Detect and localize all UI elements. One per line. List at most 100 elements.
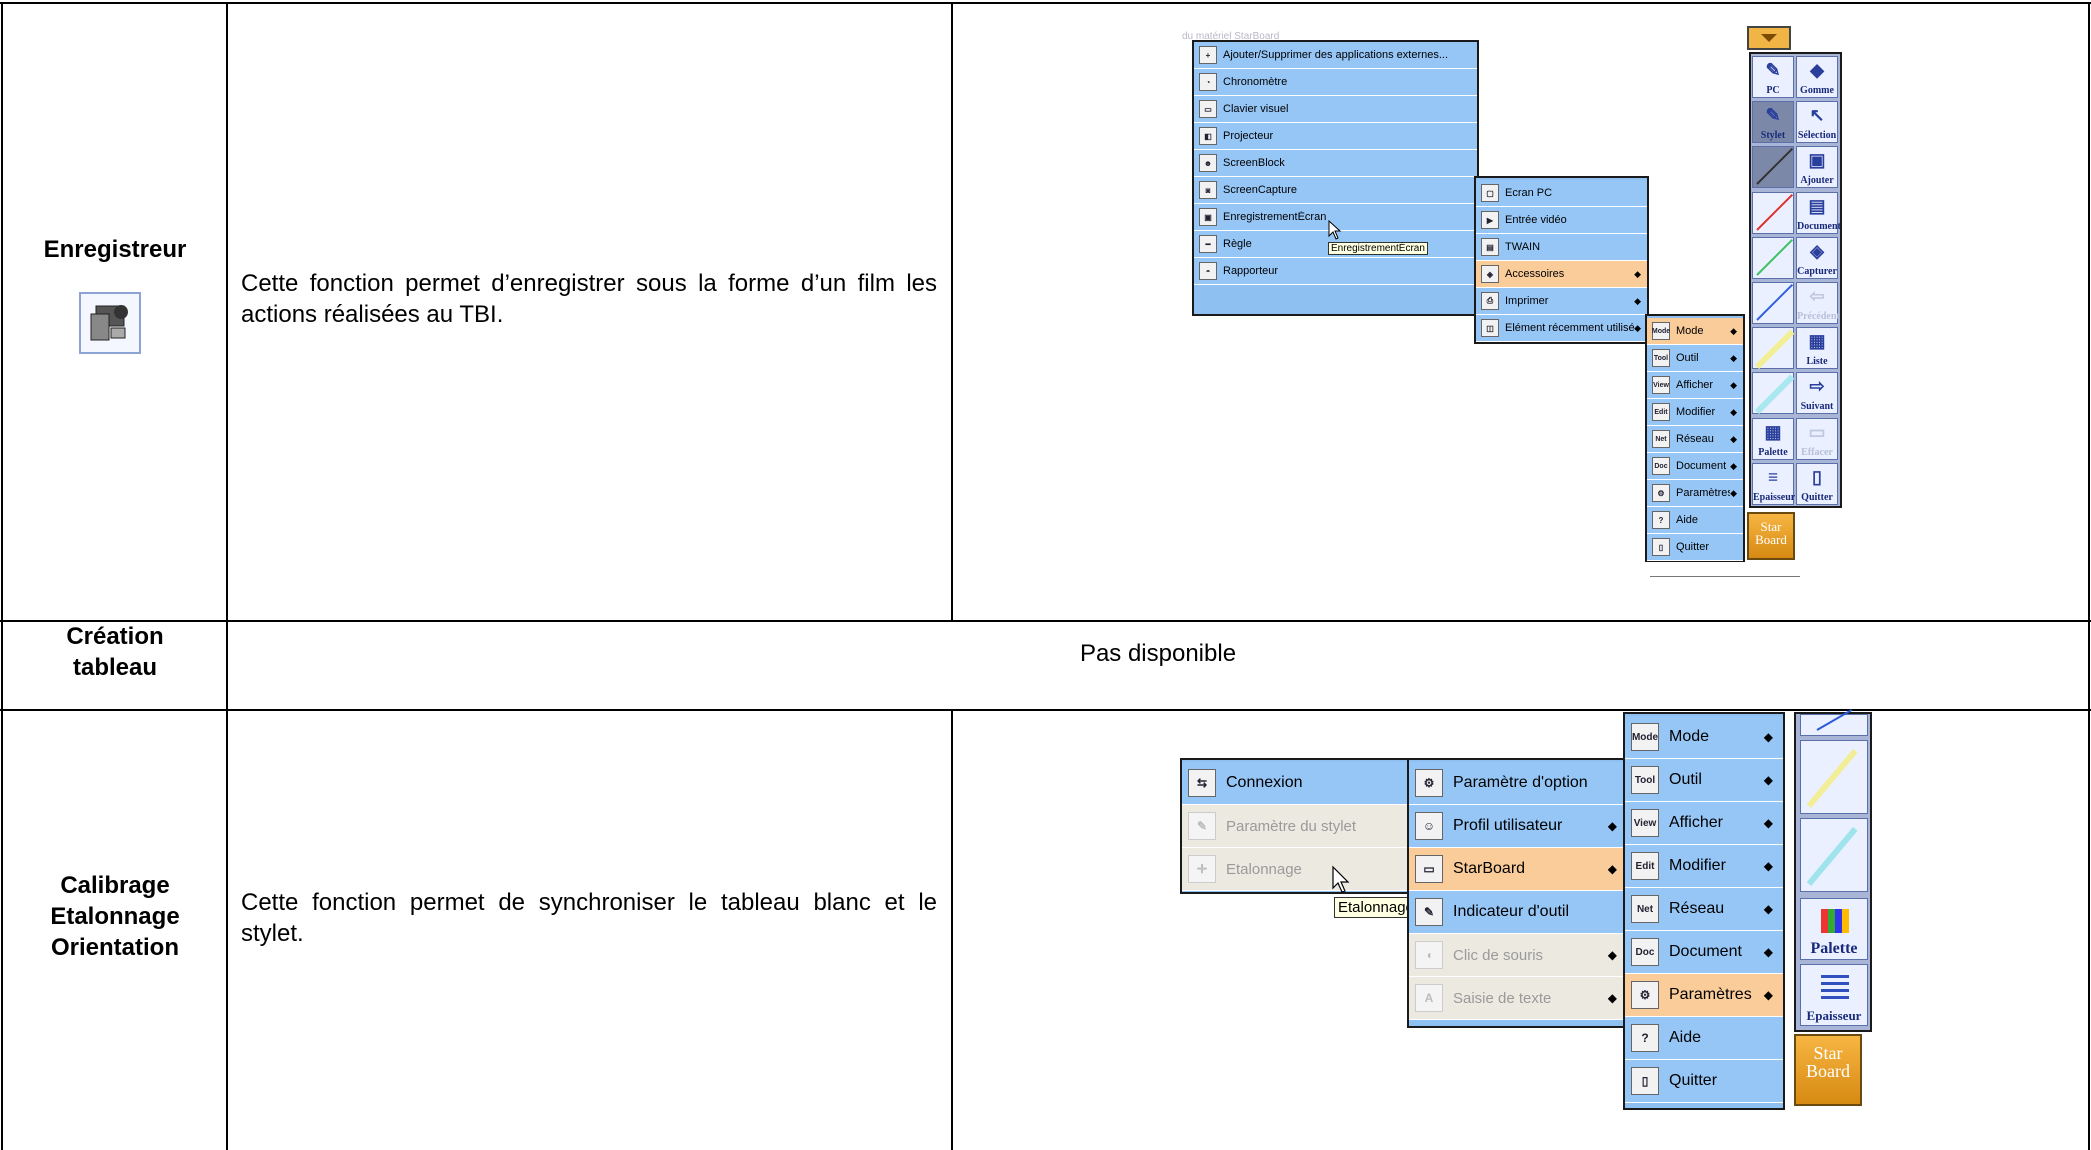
mode-icon: Mode bbox=[1631, 723, 1659, 751]
calibration-icon: ✛ bbox=[1188, 855, 1216, 883]
menu-item-clavier[interactable]: ▭ Clavier visuel bbox=[1194, 96, 1477, 123]
menu-item-document[interactable]: Doc Document ◆ bbox=[1625, 931, 1783, 974]
starboard-logo-button[interactable]: Star Board bbox=[1747, 512, 1795, 560]
menu-item-aide[interactable]: ? Aide bbox=[1625, 1017, 1783, 1060]
menu-item-reseau[interactable]: Net Réseau ◆ bbox=[1625, 888, 1783, 931]
toolbar-right-button-4[interactable]: ◈ Capturer bbox=[1796, 236, 1838, 279]
menu-item-mode[interactable]: Mode Mode ◆ bbox=[1647, 318, 1743, 345]
menu-item-projecteur[interactable]: ◧ Projecteur bbox=[1194, 123, 1477, 150]
net-icon: Net bbox=[1652, 430, 1670, 448]
palette-icon: ▦ bbox=[1764, 421, 1782, 442]
text-input-icon: A bbox=[1415, 984, 1443, 1012]
menu-item-rapporteur[interactable]: ◓ Rapporteur bbox=[1194, 258, 1477, 285]
stopwatch-icon: ◔ bbox=[1199, 73, 1217, 91]
ruler-icon: ━ bbox=[1199, 235, 1217, 253]
toolbar-right-button-3[interactable]: ▤ Document bbox=[1796, 191, 1841, 234]
toolbar-left-button-7[interactable] bbox=[1752, 372, 1795, 415]
table-border-left bbox=[1, 2, 3, 1150]
accessories-icon: ◈ bbox=[1481, 265, 1499, 283]
menu-item-afficher[interactable]: View Afficher ◆ bbox=[1625, 802, 1783, 845]
menu-item-element-recent[interactable]: ◫ Elément récemment utilisé ◆ bbox=[1476, 315, 1647, 342]
palette-button[interactable]: Palette bbox=[1800, 898, 1868, 960]
menu-item-quitter[interactable]: ▯ Quitter bbox=[1625, 1060, 1783, 1103]
pen-color-blue-button[interactable] bbox=[1800, 709, 1868, 736]
toolbar-left-button-3[interactable] bbox=[1752, 191, 1794, 234]
menu-item-mode[interactable]: Mode Mode ◆ bbox=[1625, 716, 1783, 759]
menu-item-screenblock[interactable]: ☻ ScreenBlock bbox=[1194, 150, 1477, 177]
menu-item-modifier[interactable]: Edit Modifier ◆ bbox=[1625, 845, 1783, 888]
previous-icon: ⇦ bbox=[1809, 286, 1825, 306]
menu-item-twain[interactable]: ▤ TWAIN bbox=[1476, 234, 1647, 261]
pen-indicator-icon: ✎ bbox=[1415, 898, 1443, 926]
affichage-menu: ▢ Ecran PC ▶ Entrée vidéo ▤ TWAIN ◈ Accessoi… bbox=[1474, 176, 1649, 344]
toolbar-right-button-7[interactable]: ⇨ Suivant bbox=[1796, 372, 1838, 415]
line-thickness-icon: ≡ bbox=[1767, 466, 1779, 487]
menu-item-imprimer[interactable]: ⎙ Imprimer ◆ bbox=[1476, 288, 1647, 315]
menu-item-indicateur-outil[interactable]: ✎ Indicateur d'outil bbox=[1409, 891, 1627, 934]
mouse-icon: ◖ bbox=[1415, 941, 1443, 969]
menu-item-outil[interactable]: Tool Outil ◆ bbox=[1625, 759, 1783, 802]
toolbar-left-button-8[interactable]: ▦ Palette bbox=[1752, 417, 1794, 460]
toolbar-right-button-0[interactable]: ◆ Gomme bbox=[1796, 56, 1838, 98]
menu-item-ecran-pc[interactable]: ▢ Ecran PC bbox=[1476, 180, 1647, 207]
menu-item-accessoires[interactable]: ◈ Accessoires ◆ bbox=[1476, 261, 1647, 288]
menu-item-parametres[interactable]: ⚙ Paramètres ◆ bbox=[1625, 974, 1783, 1017]
toolbar-left-button-6[interactable] bbox=[1752, 327, 1795, 370]
starboard-icon: ▭ bbox=[1415, 855, 1443, 883]
menu-item-starboard[interactable]: ▭ StarBoard ◆ bbox=[1409, 848, 1627, 891]
starboard-logo-button[interactable]: Star Board bbox=[1794, 1034, 1862, 1106]
menu-item-ajouter[interactable]: + Ajouter/Supprimer des applications exte… bbox=[1194, 42, 1477, 69]
toolbar-left-button-0[interactable]: ✎ PC bbox=[1752, 56, 1794, 98]
edit-icon: Edit bbox=[1652, 403, 1670, 421]
menu-item-outil[interactable]: Tool Outil ◆ bbox=[1647, 345, 1743, 372]
eraser-icon: ◆ bbox=[1810, 60, 1824, 80]
toolbar-left-button-5[interactable] bbox=[1752, 282, 1794, 324]
menu-item-quitter[interactable]: ▯ Quitter bbox=[1647, 534, 1743, 561]
feature-title-enregistreur: Enregistreur bbox=[43, 236, 187, 263]
net-icon: Net bbox=[1631, 895, 1659, 923]
toolbar-left-button-2[interactable] bbox=[1752, 146, 1794, 189]
menu-item-entree-video[interactable]: ▶ Entrée vidéo bbox=[1476, 207, 1647, 234]
menu-item-connexion[interactable]: ⇆ Connexion bbox=[1182, 762, 1410, 805]
menu-item-reseau[interactable]: Net Réseau ◆ bbox=[1647, 426, 1743, 453]
selection-arrow-icon: ↖ bbox=[1809, 105, 1825, 126]
menu-item-document[interactable]: Doc Document ◆ bbox=[1647, 453, 1743, 480]
menu-item-aide[interactable]: ? Aide bbox=[1647, 507, 1743, 534]
menu-item-parametre-option[interactable]: ⚙ Paramètre d'option bbox=[1409, 762, 1627, 805]
tool-icon: Tool bbox=[1652, 349, 1670, 367]
help-icon: ? bbox=[1652, 511, 1670, 529]
toolbar-right-button-8[interactable]: ▭ Effacer bbox=[1796, 417, 1838, 460]
highlighter-cyan-button[interactable] bbox=[1800, 818, 1868, 892]
highlighter-yellow-button[interactable] bbox=[1800, 740, 1868, 814]
exit-door-icon: ▯ bbox=[1812, 466, 1822, 487]
main-menu: Mode Mode ◆ Tool Outil ◆ View Afficher ◆ Edit M… bbox=[1623, 712, 1785, 1110]
pen-stroke-icon bbox=[1754, 374, 1795, 415]
toolbar-right-button-6[interactable]: ▦ Liste bbox=[1796, 327, 1838, 370]
camera-icon: ◙ bbox=[1199, 181, 1217, 199]
menu-item-parametres[interactable]: ⚙ Paramètres ◆ bbox=[1647, 480, 1743, 507]
list-icon: ▦ bbox=[1808, 331, 1826, 352]
edit-icon: Edit bbox=[1631, 852, 1659, 880]
stylus-settings-icon: ✎ bbox=[1188, 812, 1216, 840]
feature-title-calibrage: Calibrage Etalonnage Orientation bbox=[50, 872, 180, 961]
menu-item-modifier[interactable]: Edit Modifier ◆ bbox=[1647, 399, 1743, 426]
toolbar-left-button-1[interactable]: ✎ Stylet bbox=[1752, 101, 1794, 144]
mode-icon: Mode bbox=[1652, 322, 1670, 340]
toolbar-left-button-4[interactable] bbox=[1752, 236, 1794, 279]
printer-icon: ⎙ bbox=[1481, 292, 1499, 310]
epaisseur-button[interactable]: Epaisseur bbox=[1800, 964, 1868, 1026]
menu-item-profil-utilisateur[interactable]: ☺ Profil utilisateur ◆ bbox=[1409, 805, 1627, 848]
menu-item-afficher[interactable]: View Afficher ◆ bbox=[1647, 372, 1743, 399]
toolbar-right-button-2[interactable]: ▣ Ajouter bbox=[1796, 146, 1838, 189]
line-thickness-icon bbox=[1821, 975, 1849, 999]
menu-item-screencapture[interactable]: ◙ ScreenCapture bbox=[1194, 177, 1477, 204]
menu-item-chronometre[interactable]: ◔ Chronomètre bbox=[1194, 69, 1477, 96]
tool-icon: Tool bbox=[1631, 766, 1659, 794]
toolbar-right-button-5[interactable]: ⇦ Précédent bbox=[1796, 282, 1840, 324]
toolbar-right-button-1[interactable]: ↖ Sélection bbox=[1796, 101, 1838, 144]
toolbar-left-button-9[interactable]: ≡ Epaisseur bbox=[1752, 462, 1795, 505]
description-creation-tableau: Pas disponible bbox=[1079, 640, 1237, 667]
toolbar-collapse-button[interactable] bbox=[1747, 26, 1791, 50]
toolbar-right-button-9[interactable]: ▯ Quitter bbox=[1796, 462, 1838, 505]
settings-icon: ⚙ bbox=[1631, 981, 1659, 1009]
